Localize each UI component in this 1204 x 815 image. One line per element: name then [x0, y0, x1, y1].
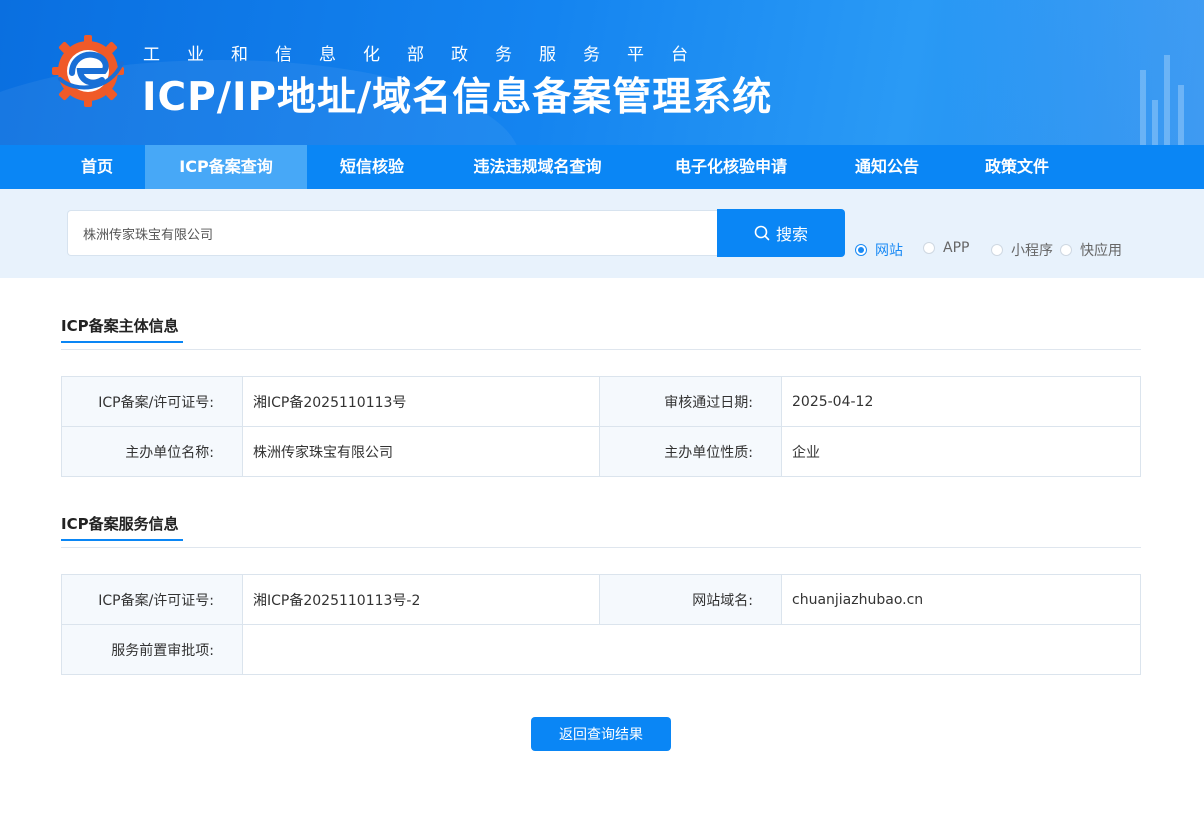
license-label: ICP备案/许可证号: [62, 377, 243, 427]
service-license-value: 湘ICP备2025110113号-2 [243, 575, 600, 625]
preapproval-label: 服务前置审批项: [62, 625, 243, 674]
org-type-label: 主办单位性质: [600, 427, 782, 476]
site-header: 工业和信息化部政务服务平台 ICP/IP地址/域名信息备案管理系统 [0, 0, 1204, 145]
approve-date-value: 2025-04-12 [782, 377, 1140, 427]
org-name-label: 主办单位名称: [62, 427, 243, 476]
section-title-text: ICP备案主体信息 [61, 317, 179, 335]
org-type-value: 企业 [782, 427, 1140, 476]
nav-item-home[interactable]: 首页 [60, 145, 134, 189]
nav-item-e-verify[interactable]: 电子化核验申请 [650, 145, 812, 189]
section-divider [61, 349, 1141, 350]
service-info-table: ICP备案/许可证号: 湘ICP备2025110113号-2 网站域名: chu… [61, 574, 1141, 675]
domain-label: 网站域名: [600, 575, 782, 625]
nav-item-icp-query[interactable]: ICP备案查询 [145, 145, 307, 189]
header-subtitle: 工业和信息化部政务服务平台 [143, 45, 715, 65]
nav-item-policy[interactable]: 政策文件 [962, 145, 1072, 189]
type-radio-quickapp[interactable]: 快应用 [1060, 240, 1122, 260]
domain-value: chuanjiazhubao.cn [782, 575, 1140, 625]
section-title-subject: ICP备案主体信息 [61, 315, 183, 343]
type-radio-label: APP [943, 240, 970, 256]
type-radio-website[interactable]: 网站 [855, 240, 903, 260]
main-nav: 首页 ICP备案查询 短信核验 违法违规域名查询 电子化核验申请 通知公告 政策… [0, 145, 1204, 189]
section-title-text: ICP备案服务信息 [61, 515, 179, 533]
service-license-label: ICP备案/许可证号: [62, 575, 243, 625]
radio-dot [855, 244, 867, 256]
radio-dot [923, 242, 935, 254]
type-radio-app[interactable]: APP [923, 240, 969, 256]
type-radio-label: 快应用 [1080, 243, 1122, 259]
nav-item-notices[interactable]: 通知公告 [832, 145, 942, 189]
type-radio-label: 小程序 [1011, 243, 1053, 259]
section-title-underline [61, 341, 183, 343]
search-button-label: 搜索 [775, 225, 808, 244]
miit-logo-icon [52, 35, 124, 107]
radio-dot [991, 244, 1003, 256]
license-value: 湘ICP备2025110113号 [243, 377, 600, 427]
nav-item-illegal-domain[interactable]: 违法违规域名查询 [445, 145, 630, 189]
search-icon [754, 225, 770, 241]
header-title: ICP/IP地址/域名信息备案管理系统 [142, 75, 773, 120]
type-radio-label: 网站 [875, 243, 903, 259]
preapproval-value [243, 625, 1140, 674]
search-button[interactable]: 搜索 [717, 209, 845, 257]
approve-date-label: 审核通过日期: [600, 377, 782, 427]
section-title-service: ICP备案服务信息 [61, 513, 183, 541]
subject-info-table: ICP备案/许可证号: 湘ICP备2025110113号 审核通过日期: 202… [61, 376, 1141, 477]
org-name-value: 株洲传家珠宝有限公司 [243, 427, 600, 476]
type-radio-miniprogram[interactable]: 小程序 [991, 240, 1053, 260]
search-input[interactable] [67, 210, 717, 256]
back-to-results-button[interactable]: 返回查询结果 [531, 717, 671, 751]
search-area: 搜索 网站 APP 小程序 快应用 [0, 189, 1204, 278]
section-title-underline [61, 539, 183, 541]
nav-item-sms-verify[interactable]: 短信核验 [318, 145, 426, 189]
radio-dot [1060, 244, 1072, 256]
section-divider [61, 547, 1141, 548]
